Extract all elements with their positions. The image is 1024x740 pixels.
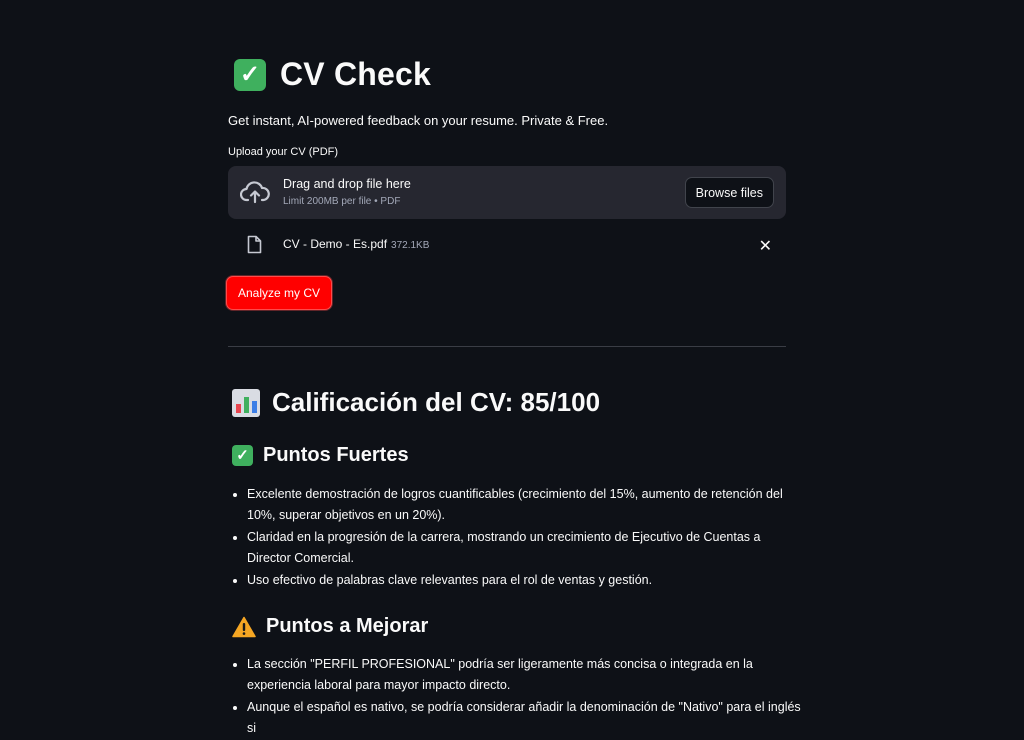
warning-icon xyxy=(232,616,256,637)
list-item: La sección "PERFIL PROFESIONAL" podría s… xyxy=(247,654,805,696)
score-heading-row: Calificación del CV: 85/100 xyxy=(232,387,600,418)
improvements-heading: Puntos a Mejorar xyxy=(266,615,429,637)
upload-label: Upload your CV (PDF) xyxy=(228,146,339,158)
page-header: ✓ CV Check xyxy=(234,56,431,93)
list-item: Uso efectivo de palabras clave relevante… xyxy=(247,570,805,591)
check-mark-icon: ✓ xyxy=(234,58,266,91)
dropzone-instructions: Drag and drop file here xyxy=(283,177,411,191)
file-size: 372.1KB xyxy=(391,240,430,251)
uploaded-file: CV - Demo - Es.pdf 372.1KB ✕ xyxy=(228,232,786,256)
cloud-upload-icon xyxy=(240,181,270,204)
close-icon[interactable]: ✕ xyxy=(759,236,772,256)
list-item: Claridad en la progresión de la carrera,… xyxy=(247,527,805,569)
improvements-heading-row: Puntos a Mejorar xyxy=(232,615,428,638)
improvements-list: La sección "PERFIL PROFESIONAL" podría s… xyxy=(228,654,805,740)
divider xyxy=(228,346,786,347)
strengths-list: Excelente demostración de logros cuantif… xyxy=(228,484,805,592)
page-title: CV Check xyxy=(280,56,431,92)
file-name: CV - Demo - Es.pdf 372.1KB xyxy=(283,237,429,251)
file-dropzone[interactable]: Drag and drop file here Limit 200MB per … xyxy=(228,166,786,219)
file-icon xyxy=(247,235,262,254)
page-subtitle: Get instant, AI-powered feedback on your… xyxy=(228,113,609,128)
bar-chart-icon xyxy=(232,388,260,417)
list-item: Excelente demostración de logros cuantif… xyxy=(247,484,805,526)
browse-files-button[interactable]: Browse files xyxy=(684,177,774,208)
check-mark-icon: ✓ xyxy=(232,445,253,466)
strengths-heading-row: ✓ Puntos Fuertes xyxy=(232,444,409,467)
analyze-cv-button[interactable]: Analyze my CV xyxy=(226,276,333,310)
score-heading: Calificación del CV: 85/100 xyxy=(272,387,601,417)
list-item: Aunque el español es nativo, se podría c… xyxy=(247,697,805,739)
strengths-heading: Puntos Fuertes xyxy=(263,444,409,466)
dropzone-limit: Limit 200MB per file • PDF xyxy=(283,196,401,207)
file-name-text: CV - Demo - Es.pdf xyxy=(283,237,388,251)
